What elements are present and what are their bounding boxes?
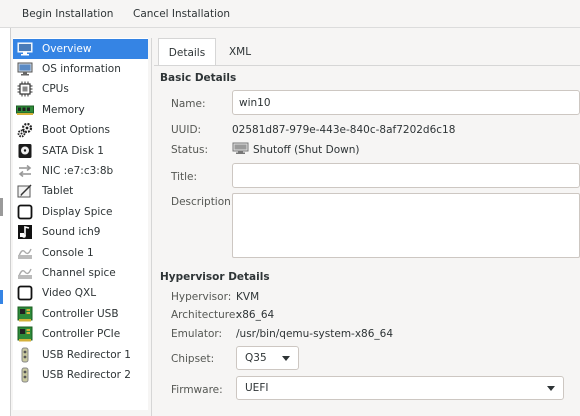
- memory-icon: [16, 101, 34, 119]
- sidebar-item-label: Sound ich9: [42, 226, 101, 238]
- sidebar-item-usb-redirector-2[interactable]: USB Redirector 2: [13, 365, 148, 385]
- description-label: Description:: [171, 196, 235, 208]
- sidebar-item-channel-spice[interactable]: Channel spice: [13, 263, 148, 283]
- sidebar-item-label: Console 1: [42, 247, 94, 259]
- controller-icon: [16, 325, 34, 343]
- sidebar-item-overview[interactable]: Overview: [13, 39, 148, 59]
- monitor-info-icon: [16, 60, 34, 78]
- usb-redirector-icon: [16, 366, 34, 384]
- sidebar-item-nic[interactable]: NIC :e7:c3:8b: [13, 161, 148, 181]
- hypervisor-label: Hypervisor:: [171, 291, 232, 303]
- sidebar-item-os-information[interactable]: OS information: [13, 59, 148, 79]
- console-icon: [16, 244, 34, 262]
- sidebar-item-label: Tablet: [42, 185, 74, 197]
- sidebar-item-usb-redirector-1[interactable]: USB Redirector 1: [13, 345, 148, 365]
- left-edge-strip: [0, 28, 11, 416]
- gears-icon: [16, 121, 34, 139]
- sidebar-item-video-qxl[interactable]: Video QXL: [13, 283, 148, 303]
- details-panel: Basic Details Name: win10 UUID: 02581d87…: [154, 66, 580, 416]
- hardware-list: Overview OS information CPUs Memory Boot…: [13, 38, 148, 410]
- sidebar-item-label: Channel spice: [42, 267, 116, 279]
- emulator-label: Emulator:: [171, 328, 223, 340]
- status-value: Shutoff (Shut Down): [253, 144, 360, 156]
- edge-marker: [0, 198, 3, 216]
- controller-icon: [16, 305, 34, 323]
- hypervisor-value: KVM: [236, 291, 260, 303]
- sidebar-item-label: Controller USB: [42, 308, 119, 320]
- shutoff-icon: [232, 142, 249, 158]
- sidebar-item-sata-disk-1[interactable]: SATA Disk 1: [13, 141, 148, 161]
- hypervisor-details-heading: Hypervisor Details: [160, 271, 270, 283]
- sound-icon: [16, 223, 34, 241]
- begin-installation-button[interactable]: Begin Installation: [22, 6, 113, 22]
- chipset-value: Q35: [245, 352, 267, 364]
- sidebar-item-label: Overview: [42, 43, 92, 55]
- chevron-down-icon: [547, 386, 555, 391]
- architecture-label: Architecture:: [171, 309, 239, 321]
- uuid-value: 02581d87-979e-443e-840c-8af7202d6c18: [232, 124, 456, 136]
- sidebar-item-boot-options[interactable]: Boot Options: [13, 120, 148, 140]
- sidebar-item-label: Display Spice: [42, 206, 113, 218]
- status-label: Status:: [171, 144, 208, 156]
- channel-icon: [16, 264, 34, 282]
- sidebar-item-label: Boot Options: [42, 124, 111, 136]
- sidebar-item-console-1[interactable]: Console 1: [13, 243, 148, 263]
- monitor-icon: [16, 40, 34, 58]
- sidebar-item-controller-pcie[interactable]: Controller PCIe: [13, 324, 148, 344]
- tab-details[interactable]: Details: [158, 38, 216, 66]
- cpu-icon: [16, 80, 34, 98]
- chipset-label: Chipset:: [171, 353, 215, 365]
- tab-bar: Details XML: [154, 38, 580, 66]
- usb-redirector-icon: [16, 346, 34, 364]
- sidebar-item-label: USB Redirector 1: [42, 349, 131, 361]
- edge-marker: [0, 290, 3, 304]
- chevron-down-icon: [282, 356, 290, 361]
- toolbar: Begin Installation Cancel Installation: [0, 0, 580, 28]
- sidebar-item-display-spice[interactable]: Display Spice: [13, 202, 148, 222]
- sidebar-item-label: CPUs: [42, 83, 69, 95]
- cancel-installation-button[interactable]: Cancel Installation: [133, 6, 230, 22]
- title-input[interactable]: [232, 163, 580, 188]
- pane-divider[interactable]: [151, 38, 152, 416]
- sidebar-item-label: USB Redirector 2: [42, 369, 131, 381]
- display-icon: [16, 203, 34, 221]
- firmware-value: UEFI: [245, 382, 269, 394]
- chipset-select[interactable]: Q35: [236, 346, 299, 370]
- basic-details-heading: Basic Details: [160, 72, 237, 84]
- firmware-select[interactable]: UEFI: [236, 376, 564, 400]
- title-label: Title:: [171, 171, 198, 183]
- name-label: Name:: [171, 98, 206, 110]
- emulator-value: /usr/bin/qemu-system-x86_64: [236, 328, 394, 340]
- name-value: win10: [239, 96, 271, 109]
- firmware-label: Firmware:: [171, 384, 223, 396]
- sidebar-item-memory[interactable]: Memory: [13, 100, 148, 120]
- nic-icon: [16, 162, 34, 180]
- sidebar-item-controller-usb[interactable]: Controller USB: [13, 304, 148, 324]
- sidebar-item-label: Video QXL: [42, 287, 97, 299]
- tablet-icon: [16, 182, 34, 200]
- uuid-label: UUID:: [171, 124, 202, 136]
- architecture-value: x86_64: [236, 309, 275, 321]
- video-icon: [16, 284, 34, 302]
- sidebar-item-sound-ich9[interactable]: Sound ich9: [13, 222, 148, 242]
- sidebar-item-cpus[interactable]: CPUs: [13, 79, 148, 99]
- sidebar-item-label: Controller PCIe: [42, 328, 121, 340]
- name-input[interactable]: win10: [232, 90, 580, 115]
- sidebar-item-label: SATA Disk 1: [42, 145, 104, 157]
- sidebar-item-label: NIC :e7:c3:8b: [42, 165, 114, 177]
- disk-icon: [16, 142, 34, 160]
- tab-xml[interactable]: XML: [218, 38, 262, 66]
- sidebar-item-label: Memory: [42, 104, 85, 116]
- description-textarea[interactable]: [232, 193, 580, 258]
- sidebar-item-tablet[interactable]: Tablet: [13, 181, 148, 201]
- sidebar-item-label: OS information: [42, 63, 121, 75]
